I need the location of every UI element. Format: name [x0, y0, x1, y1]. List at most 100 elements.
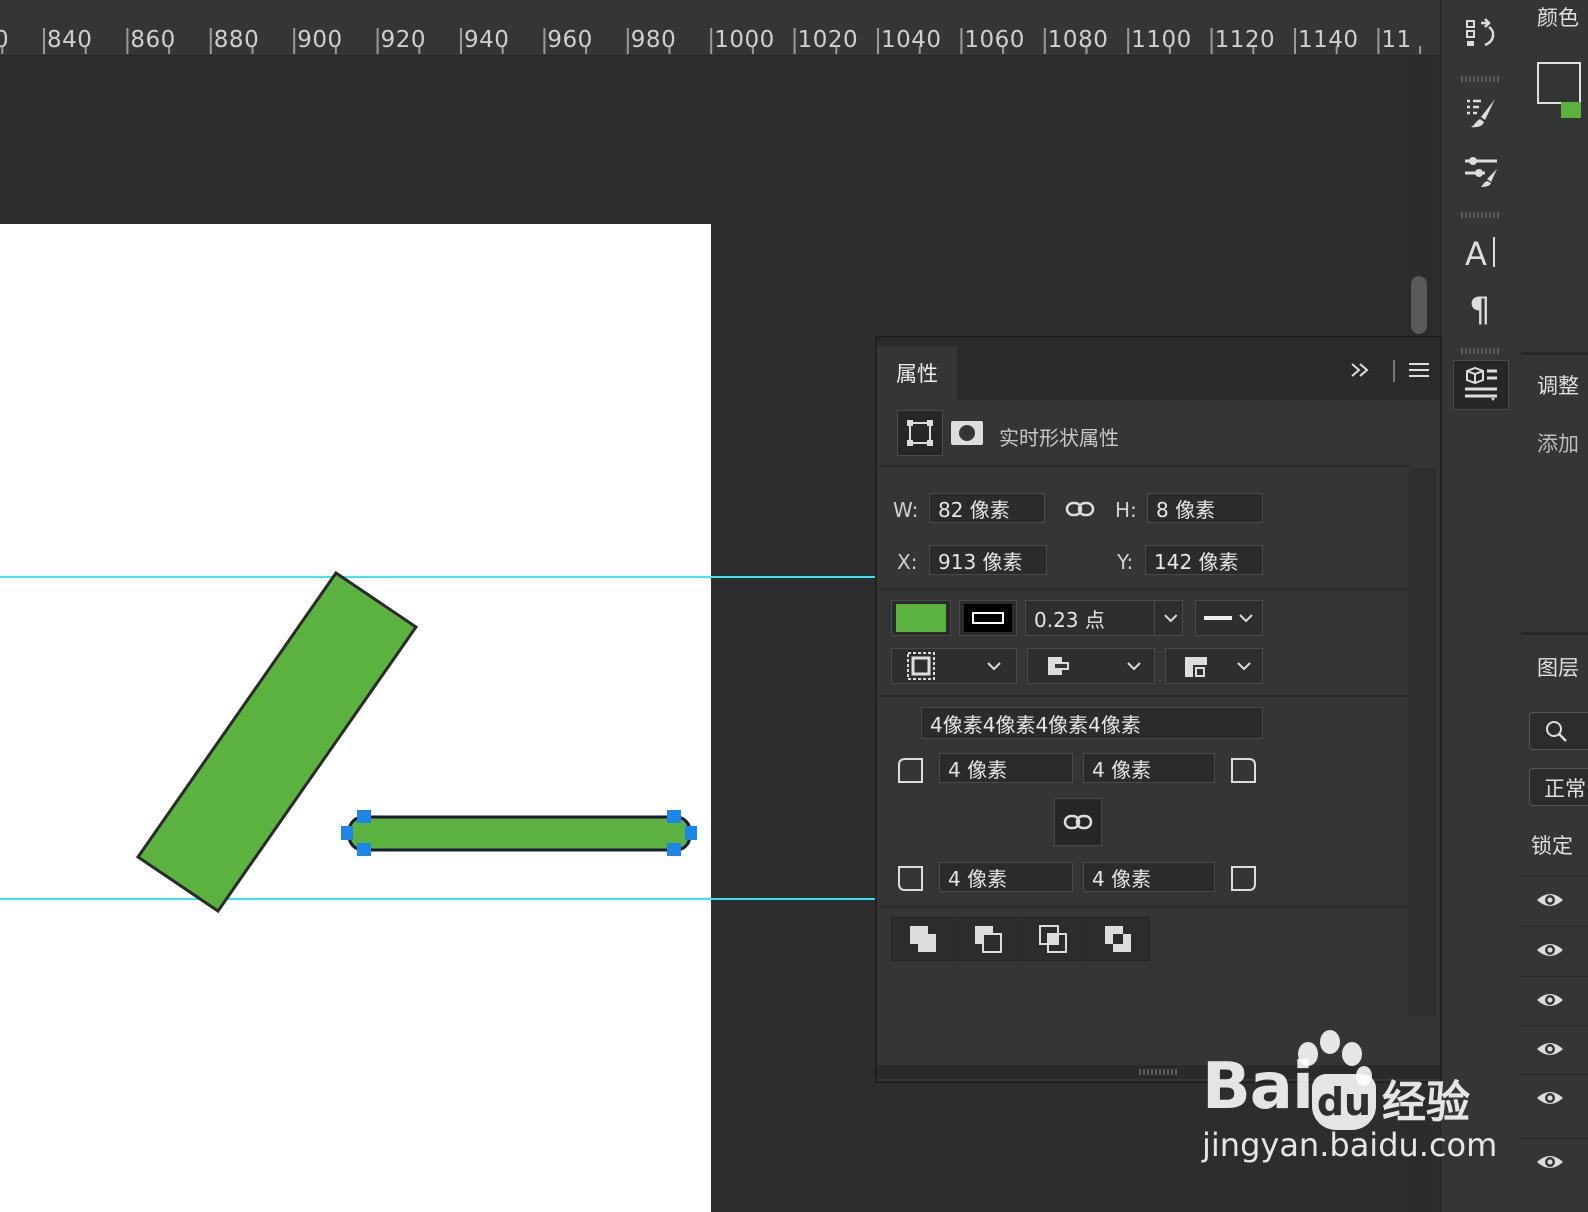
lock-label: 锁定	[1531, 834, 1573, 858]
y-input[interactable]: 142 像素	[1145, 545, 1263, 575]
panel-menu-icon[interactable]	[1407, 360, 1431, 380]
stroke-line-icon	[1204, 616, 1232, 620]
width-input[interactable]: 82 像素	[929, 493, 1045, 523]
link-icon	[1063, 814, 1093, 830]
paragraph-panel-icon[interactable]: ¶	[1453, 282, 1509, 332]
exclude-overlap-button[interactable]	[1086, 917, 1150, 961]
x-label: X:	[897, 550, 918, 574]
stroke-width-value: 0.23 点	[1034, 607, 1105, 632]
stroke-align-inside-icon	[907, 652, 935, 680]
link-corners-button[interactable]	[1054, 798, 1102, 846]
layer-visibility-eye-icon[interactable]	[1535, 940, 1565, 960]
handle-bottom-right	[667, 843, 681, 856]
panel-separator	[1521, 352, 1588, 355]
corner-bottom-right-input[interactable]: 4 像素	[1083, 862, 1215, 892]
layer-visibility-eye-icon[interactable]	[1535, 990, 1565, 1010]
stroke-align-select[interactable]	[891, 648, 1017, 684]
brush-settings-icon[interactable]	[1453, 88, 1509, 138]
stroke-swatch-icon	[964, 604, 1012, 632]
stroke-color-button[interactable]	[959, 600, 1017, 636]
corner-top-right-input[interactable]: 4 像素	[1083, 753, 1215, 783]
corner-bottom-left-input[interactable]: 4 像素	[939, 862, 1073, 892]
handle-right	[685, 826, 697, 840]
collapse-panel-icon[interactable]	[1347, 358, 1373, 382]
chevron-down-icon	[1239, 614, 1253, 623]
du-badge: du	[1312, 1074, 1376, 1130]
layer-visibility-eye-icon[interactable]	[1535, 1152, 1565, 1172]
fill-color-swatch	[896, 604, 946, 632]
combine-shapes-button[interactable]	[891, 917, 955, 961]
tab-properties[interactable]: 属性	[877, 346, 957, 400]
line-cap-icon	[1048, 657, 1069, 675]
corner-top-right-icon	[1231, 758, 1256, 783]
transform-icon[interactable]	[897, 410, 943, 456]
rotated-rectangle-shape	[135, 570, 419, 914]
mask-icon[interactable]	[949, 418, 985, 448]
divider	[879, 906, 1410, 908]
foreground-color-swatch[interactable]	[1537, 62, 1581, 104]
divider	[879, 695, 1410, 697]
layer-row-divider	[1521, 1138, 1588, 1139]
corner-bottom-right-icon	[1231, 866, 1256, 891]
watermark-logo-text: Bai	[1202, 1050, 1314, 1124]
height-label: H:	[1115, 498, 1137, 522]
link-dimensions-icon[interactable]	[1063, 496, 1097, 522]
corner-radii-summary-input[interactable]: 4像素4像素4像素4像素	[921, 707, 1263, 739]
selected-rounded-rectangle	[347, 815, 692, 852]
x-input[interactable]: 913 像素	[929, 545, 1047, 575]
height-input[interactable]: 8 像素	[1147, 493, 1263, 523]
character-panel-icon[interactable]: A	[1453, 226, 1509, 276]
layer-visibility-eye-icon[interactable]	[1535, 1088, 1565, 1108]
layer-search-field[interactable]	[1529, 712, 1588, 750]
layer-row-divider	[1521, 976, 1588, 977]
stroke-cap-select[interactable]	[1027, 648, 1155, 684]
section-title: 实时形状属性	[999, 426, 1119, 450]
intersect-shapes-button[interactable]	[1021, 917, 1085, 961]
dock-grip[interactable]	[1461, 212, 1501, 218]
properties-tab-bar: 属性	[877, 338, 1440, 400]
chevron-down-icon	[1163, 614, 1177, 623]
fill-color-button[interactable]	[891, 600, 951, 636]
dock-grip[interactable]	[1461, 76, 1501, 82]
corner-top-left-input[interactable]: 4 像素	[939, 753, 1073, 783]
tab-bar-divider	[1393, 360, 1395, 382]
layer-visibility-eye-icon[interactable]	[1535, 890, 1565, 910]
handle-top-right	[667, 810, 681, 823]
layers-panel-title[interactable]: 图层	[1537, 652, 1579, 682]
color-panel-title[interactable]: 颜色	[1537, 2, 1579, 32]
brush-presets-icon[interactable]	[1453, 146, 1509, 196]
history-icon[interactable]	[1453, 8, 1509, 58]
handle-bottom-left	[357, 843, 371, 856]
corner-top-left-icon	[898, 758, 923, 783]
y-label: Y:	[1117, 550, 1134, 574]
layer-row-divider	[1521, 876, 1588, 877]
blend-mode-select[interactable]: 正常	[1529, 768, 1588, 806]
layer-visibility-eye-icon[interactable]	[1535, 1039, 1565, 1059]
chevron-down-icon	[1127, 662, 1141, 671]
stroke-type-select[interactable]	[1195, 600, 1263, 636]
layer-row-divider	[1521, 926, 1588, 927]
subtract-shape-button[interactable]	[956, 917, 1020, 961]
line-join-icon	[1185, 657, 1207, 677]
stroke-join-select[interactable]	[1165, 648, 1263, 684]
canvas-scroll-thumb[interactable]	[1411, 276, 1427, 334]
layer-row-divider	[1521, 1074, 1588, 1075]
chevron-down-icon	[987, 662, 1001, 671]
chevron-down-icon	[1237, 662, 1251, 671]
width-label: W:	[893, 498, 919, 522]
divider	[879, 465, 1410, 467]
right-panel-column: 颜色 调整 添加 图层 正常 锁定	[1521, 0, 1588, 1212]
exclude-overlap-icon	[1105, 926, 1131, 952]
subtract-shape-icon	[975, 926, 1002, 953]
properties-panel: 属性 实时形状属性 W: 82 像素 H: 8 像素 X: 913 像素 Y: …	[876, 337, 1441, 1082]
corner-bottom-left-icon	[898, 866, 923, 891]
svg-text:¶: ¶	[1469, 290, 1491, 327]
handle-left	[341, 826, 353, 840]
adjustments-panel-title[interactable]: 调整	[1537, 370, 1579, 400]
properties-panel-icon[interactable]	[1453, 360, 1509, 410]
handle-top-left	[357, 810, 371, 823]
stroke-width-select[interactable]: 0.23 点	[1025, 600, 1183, 636]
background-color-swatch[interactable]	[1561, 102, 1581, 118]
dock-grip[interactable]	[1461, 348, 1501, 354]
properties-scrollbar[interactable]	[1408, 468, 1436, 1016]
